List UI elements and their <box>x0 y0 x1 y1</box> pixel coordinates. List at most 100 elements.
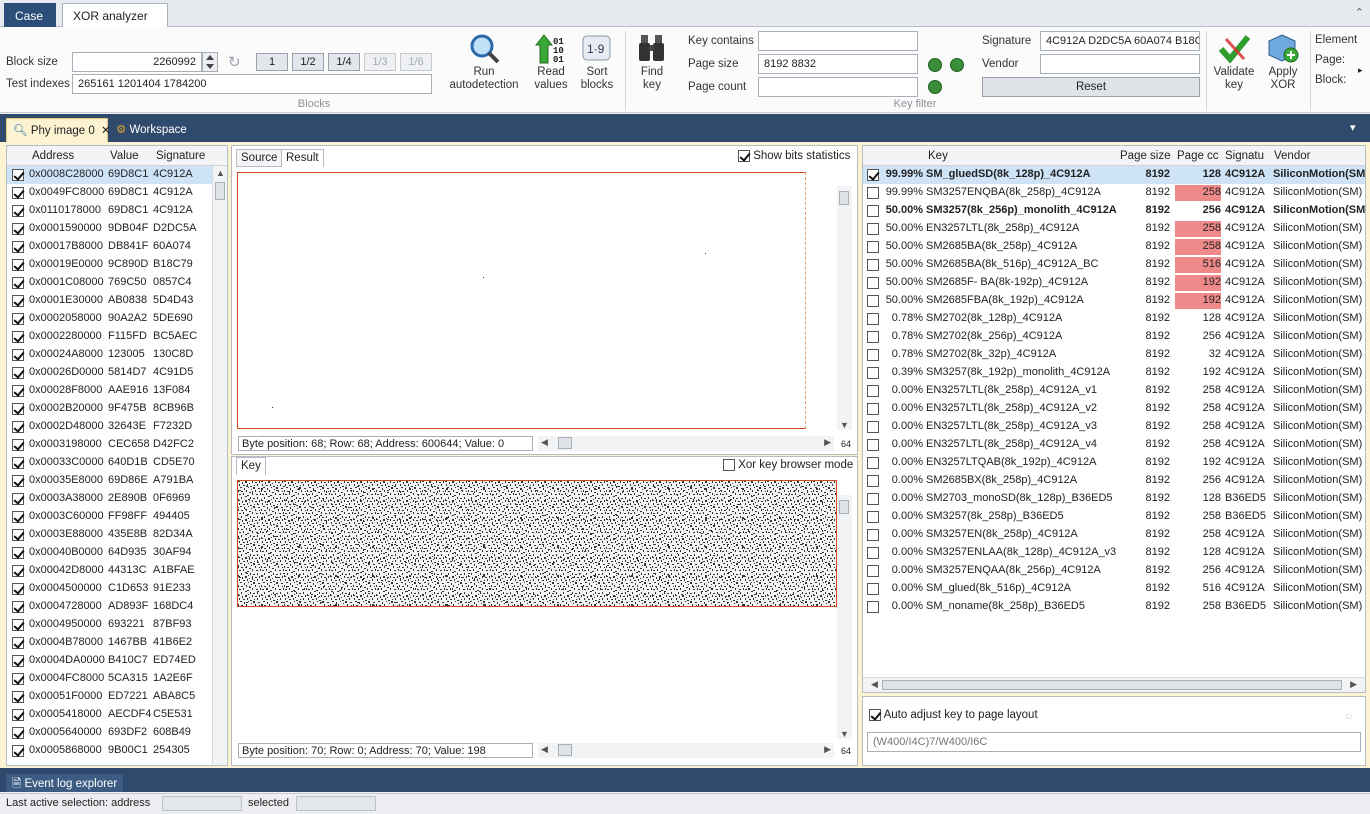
row-checkbox[interactable] <box>12 187 24 199</box>
col-address[interactable]: Address <box>32 150 74 162</box>
table-row[interactable]: 0.00% SM3257ENLAA(8k_128p)_4C912A_v3 8192 1… <box>863 544 1365 562</box>
col-vendor[interactable]: Vendor <box>1274 150 1310 162</box>
row-checkbox[interactable] <box>12 493 24 505</box>
row-checkbox[interactable] <box>12 457 24 469</box>
table-row[interactable]: 0.00% SM3257(8k_258p)_B36ED5 8192 258 B36ED5… <box>863 508 1365 526</box>
row-checkbox[interactable] <box>867 169 879 181</box>
table-row[interactable]: 0x0002B20000 9F475B 8CB96B <box>7 400 212 418</box>
table-row[interactable]: 0x00024A8000 123005 130C8D <box>7 346 212 364</box>
row-checkbox[interactable] <box>867 493 879 505</box>
key-pattern-input[interactable]: (W400/I4C)7/W400/I6C <box>867 732 1361 752</box>
row-checkbox[interactable] <box>867 547 879 559</box>
table-row[interactable]: 50.00% EN3257LTL(8k_258p)_4C912A 8192 258 4C… <box>863 220 1365 238</box>
row-checkbox[interactable] <box>12 745 24 757</box>
table-row[interactable]: 0.00% SM3257EN(8k_258p)_4C912A 8192 258 4C91… <box>863 526 1365 544</box>
table-row[interactable]: 0x00017B8000 DB841F 60A074 <box>7 238 212 256</box>
tab-case[interactable]: Case <box>4 3 56 27</box>
table-row[interactable]: 0.00% EN3257LTL(8k_258p)_4C912A_v3 8192 258… <box>863 418 1365 436</box>
auto-adjust-checkbox-box[interactable] <box>869 709 881 721</box>
row-checkbox[interactable] <box>12 583 24 595</box>
row-checkbox[interactable] <box>12 169 24 181</box>
fraction-1-4-button[interactable]: 1/4 <box>328 53 360 71</box>
vendor-input[interactable] <box>1040 54 1200 74</box>
table-row[interactable]: 0x0002058000 90A2A2 5DE690 <box>7 310 212 328</box>
row-checkbox[interactable] <box>867 529 879 541</box>
table-row[interactable]: 0x0005418000 AECDF4 C5E531 <box>7 706 212 724</box>
row-checkbox[interactable] <box>12 331 24 343</box>
table-row[interactable]: 0x0008C28000 69D8C1 4C912A <box>7 166 212 184</box>
page-size-filter-alt-icon[interactable] <box>950 58 964 72</box>
tab-key[interactable]: Key <box>236 457 266 475</box>
ribbon-scroll-right-icon[interactable]: ▸ <box>1358 65 1363 76</box>
table-row[interactable]: 99.99% SM_gluedSD(8k_128p)_4C912A 8192 128 4… <box>863 166 1365 184</box>
table-row[interactable]: 0.00% SM2703_monoSD(8k_128p)_B36ED5 8192 12… <box>863 490 1365 508</box>
page-count-input[interactable] <box>758 77 918 97</box>
table-row[interactable]: 0x00035E8000 69D86E A791BA <box>7 472 212 490</box>
xor-browser-checkbox-box[interactable] <box>723 459 735 471</box>
row-checkbox[interactable] <box>867 421 879 433</box>
col-signature[interactable]: Signatu <box>1225 150 1264 162</box>
table-row[interactable]: 0.78% SM2702(8k_32p)_4C912A 8192 32 4C912A Si… <box>863 346 1365 364</box>
table-row[interactable]: 0x0004728000 AD893F 168DC4 <box>7 598 212 616</box>
result-bitmap[interactable] <box>237 172 806 429</box>
key-vscroll[interactable]: ▼ <box>837 495 852 739</box>
table-row[interactable]: 50.00% SM2685BA(8k_516p)_4C912A_BC 8192 516… <box>863 256 1365 274</box>
table-row[interactable]: 0x0003C60000 FF98FF 494405 <box>7 508 212 526</box>
table-row[interactable]: 0x0049FC8000 69D8C1 4C912A <box>7 184 212 202</box>
table-row[interactable]: 0x0110178000 69D8C1 4C912A <box>7 202 212 220</box>
row-checkbox[interactable] <box>12 709 24 721</box>
row-checkbox[interactable] <box>12 529 24 541</box>
page-size-filter-icon[interactable] <box>928 58 942 72</box>
table-row[interactable]: 0x0005640000 693DF2 608B49 <box>7 724 212 742</box>
table-row[interactable]: 0x0003E88000 435E8B 82D34A <box>7 526 212 544</box>
row-checkbox[interactable] <box>867 565 879 577</box>
result-vscroll[interactable]: ▼ <box>837 186 852 430</box>
table-row[interactable]: 0x00028F8000 AAE916 13F084 <box>7 382 212 400</box>
row-checkbox[interactable] <box>12 259 24 271</box>
row-checkbox[interactable] <box>12 277 24 289</box>
table-row[interactable]: 0.00% SM2685BX(8k_258p)_4C912A 8192 256 4C91… <box>863 472 1365 490</box>
table-row[interactable]: 99.99% SM3257ENQBA(8k_258p)_4C912A 8192 258… <box>863 184 1365 202</box>
row-checkbox[interactable] <box>12 295 24 307</box>
fraction-1-2-button[interactable]: 1/2 <box>292 53 324 71</box>
key-noise-bitmap[interactable] <box>237 480 837 607</box>
row-checkbox[interactable] <box>12 313 24 325</box>
row-checkbox[interactable] <box>12 367 24 379</box>
row-checkbox[interactable] <box>867 583 879 595</box>
auto-adjust-checkbox[interactable]: Auto adjust key to page layout <box>869 709 1038 721</box>
table-row[interactable]: 0x0005868000 9B00C1 254305 <box>7 742 212 760</box>
row-checkbox[interactable] <box>12 439 24 451</box>
refresh-icon[interactable]: ↻ <box>228 53 241 71</box>
row-checkbox[interactable] <box>12 565 24 577</box>
row-checkbox[interactable] <box>12 547 24 559</box>
col-page-size[interactable]: Page size <box>1120 150 1171 162</box>
table-row[interactable]: 0x00040B0000 64D935 30AF94 <box>7 544 212 562</box>
row-checkbox[interactable] <box>867 331 879 343</box>
table-row[interactable]: 0x0001C08000 769C50 0857C4 <box>7 274 212 292</box>
col-key[interactable]: Key <box>928 150 948 162</box>
row-checkbox[interactable] <box>12 691 24 703</box>
reset-button[interactable]: Reset <box>982 77 1200 97</box>
panel-menu-icon[interactable]: ▾ <box>1350 121 1356 134</box>
table-row[interactable]: 0x00019E0000 9C890D B18C79 <box>7 256 212 274</box>
xor-key-browser-checkbox[interactable]: Xor key browser mode <box>723 459 853 471</box>
lightbulb-icon[interactable]: ○ <box>1345 709 1352 723</box>
col-page-count[interactable]: Page cc <box>1177 150 1219 162</box>
table-row[interactable]: 0x0001590000 9DB04F D2DC5A <box>7 220 212 238</box>
row-checkbox[interactable] <box>12 637 24 649</box>
key-hscroll[interactable]: ◀ ▶ <box>538 743 834 758</box>
table-row[interactable]: 0.00% EN3257LTL(8k_258p)_4C912A_v2 8192 258… <box>863 400 1365 418</box>
signature-input[interactable]: 4C912A D2DC5A 60A074 B18C <box>1040 31 1200 51</box>
table-row[interactable]: 50.00% SM2685BA(8k_258p)_4C912A 8192 258 4C9… <box>863 238 1365 256</box>
collapse-ribbon-icon[interactable]: ⌃ <box>1355 6 1364 19</box>
table-row[interactable]: 0x00051F0000 ED7221 ABA8C5 <box>7 688 212 706</box>
row-checkbox[interactable] <box>867 601 879 613</box>
table-row[interactable]: 0.00% SM3257ENQAA(8k_256p)_4C912A 8192 256 4… <box>863 562 1365 580</box>
block-size-input[interactable]: 2260992 <box>72 52 202 72</box>
row-checkbox[interactable] <box>12 727 24 739</box>
row-checkbox[interactable] <box>12 421 24 433</box>
table-row[interactable]: 0x00026D0000 5814D7 4C91D5 <box>7 364 212 382</box>
page-count-filter-icon[interactable] <box>928 80 942 94</box>
row-checkbox[interactable] <box>867 223 879 235</box>
key-contains-input[interactable] <box>758 31 918 51</box>
